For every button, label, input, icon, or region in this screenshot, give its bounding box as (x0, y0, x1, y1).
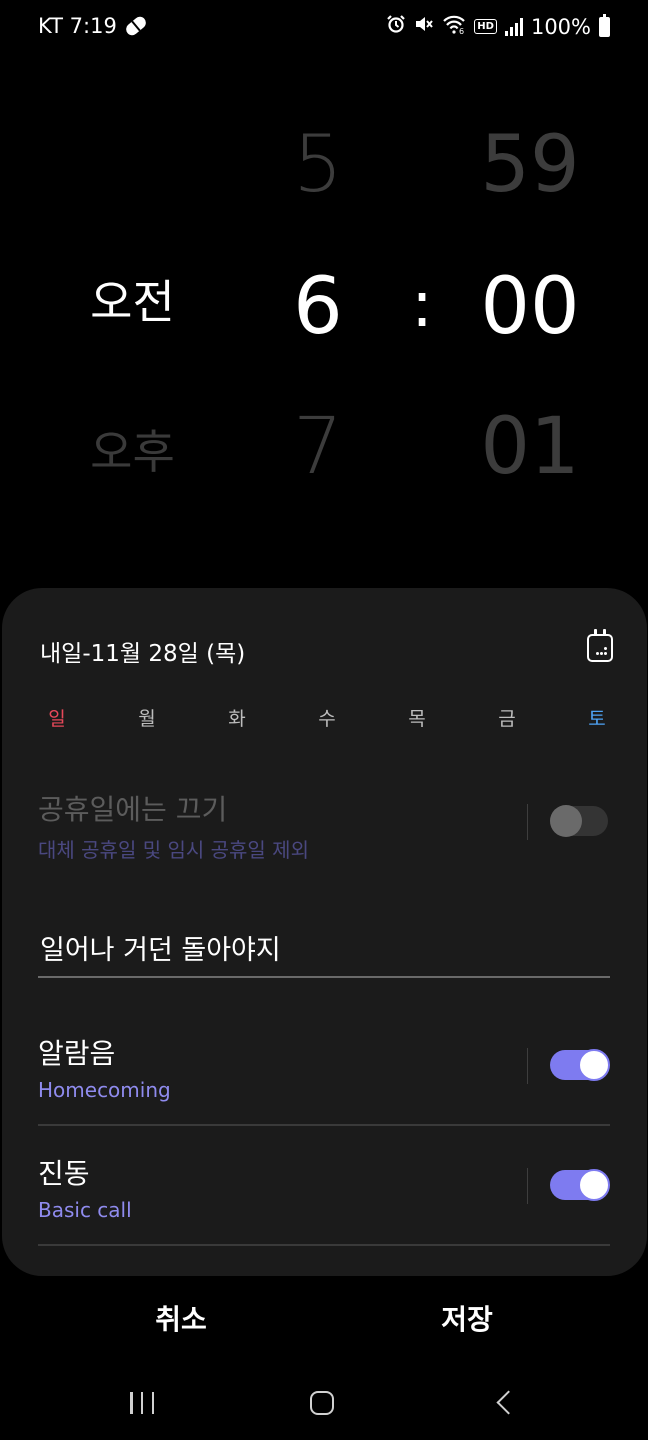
holiday-toggle[interactable] (550, 805, 608, 837)
time-picker[interactable]: 오전 오후 5 6 7 : 59 00 01 (0, 56, 648, 586)
carrier-time: KT 7:19 (38, 14, 117, 38)
hd-icon: HD (474, 19, 497, 34)
minute-selected[interactable]: 00 (460, 262, 600, 352)
svg-text:6: 6 (459, 27, 464, 34)
minute-next[interactable]: 01 (460, 402, 600, 492)
divider (38, 1124, 610, 1126)
mute-icon (414, 14, 434, 39)
toggle-knob (550, 805, 582, 837)
day-sunday[interactable]: 일 (22, 704, 92, 734)
recent-apps-icon[interactable] (130, 1392, 154, 1416)
battery-percent: 100% (530, 14, 591, 39)
alarm-sound-row[interactable]: 알람음 Homecoming (38, 1032, 610, 1102)
alarm-name-value: 일어나 거던 돌아야지 (40, 935, 281, 966)
toggle-knob (578, 1169, 610, 1201)
divider (38, 1244, 610, 1246)
hour-selected[interactable]: 6 (258, 262, 378, 352)
row-divider (526, 804, 528, 840)
weekday-selector: 일 월 화 수 목 금 토 (22, 704, 632, 734)
day-saturday[interactable]: 토 (562, 704, 632, 734)
day-tuesday[interactable]: 화 (202, 704, 272, 734)
date-label: 내일-11월 28일 (목) (40, 641, 246, 667)
status-bar: KT 7:19 6 HD 100% (0, 0, 648, 56)
back-icon[interactable] (496, 1391, 512, 1415)
alarm-icon (386, 14, 406, 39)
day-friday[interactable]: 금 (472, 704, 542, 734)
alarm-name-input[interactable]: 일어나 거던 돌아야지 (38, 928, 610, 978)
sound-toggle[interactable] (550, 1049, 610, 1081)
ampm-selected[interactable]: 오전 (60, 266, 205, 332)
alarm-settings-card: 내일-11월 28일 (목) 일 월 화 수 목 금 토 공휴일에는 끄기 대체… (2, 588, 647, 1276)
signal-icon (504, 17, 523, 36)
action-bar: 취소 저장 (0, 1292, 648, 1352)
ampm-option[interactable]: 오후 (60, 416, 205, 482)
vibration-toggle[interactable] (550, 1169, 610, 1201)
holiday-subtitle: 대체 공휴일 및 임시 공휴일 제외 (38, 838, 309, 862)
time-separator: : (411, 268, 433, 342)
toggle-knob (578, 1049, 610, 1081)
row-divider (526, 1048, 528, 1084)
holiday-title: 공휴일에는 끄기 (38, 793, 228, 826)
home-icon[interactable] (310, 1391, 334, 1415)
minute-prev[interactable]: 59 (460, 120, 600, 210)
day-wednesday[interactable]: 수 (292, 704, 362, 734)
status-left: KT 7:19 (38, 14, 149, 38)
hour-prev[interactable]: 5 (258, 120, 378, 210)
day-thursday[interactable]: 목 (382, 704, 452, 734)
wifi-icon: 6 (442, 14, 466, 39)
cancel-button[interactable]: 취소 (81, 1298, 281, 1338)
hour-next[interactable]: 7 (258, 402, 378, 492)
sound-title: 알람음 (38, 1037, 116, 1070)
sound-subtitle: Homecoming (38, 1078, 171, 1102)
row-divider (526, 1168, 528, 1204)
vibration-subtitle: Basic call (38, 1198, 132, 1222)
pill-icon (123, 14, 149, 38)
status-right: 6 HD 100% (386, 13, 610, 39)
holiday-off-row[interactable]: 공휴일에는 끄기 대체 공휴일 및 임시 공휴일 제외 (38, 788, 610, 863)
vibration-row[interactable]: 진동 Basic call (38, 1152, 610, 1222)
battery-icon (599, 13, 610, 37)
navigation-bar (0, 1364, 648, 1440)
day-monday[interactable]: 월 (112, 704, 182, 734)
save-button[interactable]: 저장 (367, 1298, 567, 1338)
calendar-icon[interactable] (587, 629, 613, 662)
vibration-title: 진동 (38, 1157, 90, 1190)
